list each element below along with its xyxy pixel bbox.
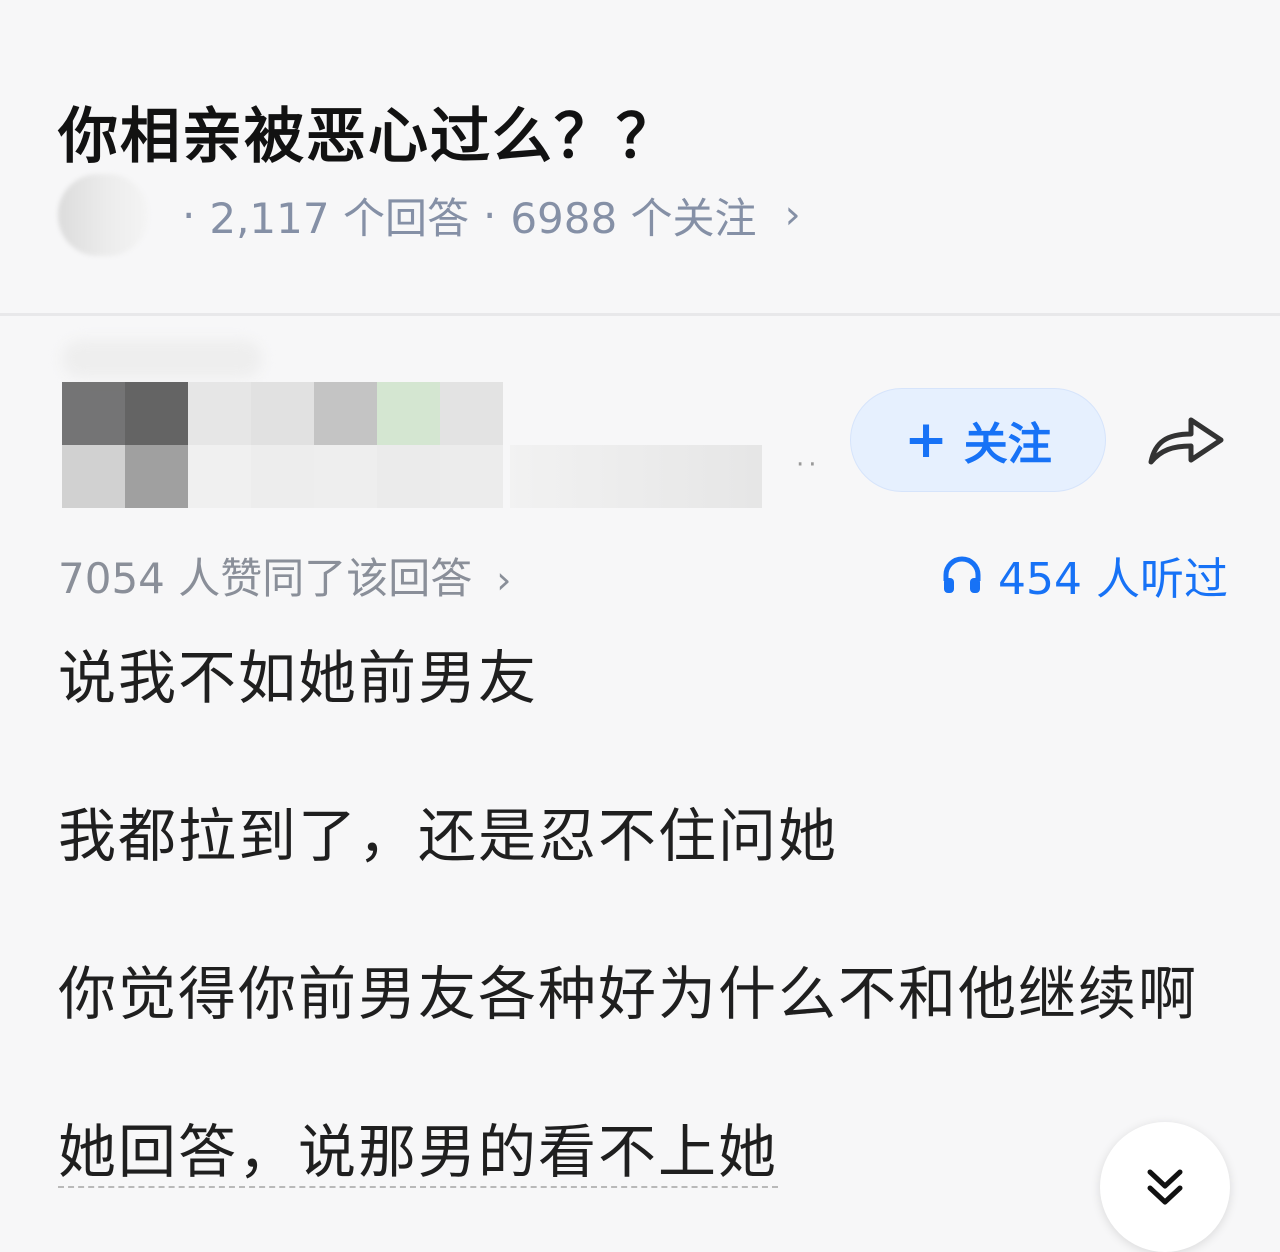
chevron-right-icon[interactable]: ›	[785, 192, 801, 238]
double-chevron-down-icon	[1147, 1169, 1183, 1205]
question-meta: · 2,117 个回答 · 6988 个关注 ›	[58, 170, 801, 260]
author-name-mosaic[interactable]	[62, 382, 503, 508]
topic-avatar-blurred[interactable]	[58, 174, 148, 256]
approvals[interactable]: 7054 人赞同了该回答 ›	[58, 545, 511, 606]
question-title[interactable]: 你相亲被恶心过么？？	[58, 88, 678, 175]
headphones-icon	[943, 556, 981, 593]
chevron-right-icon: ›	[496, 557, 512, 602]
answer-body[interactable]: 说我不如她前男友 我都拉到了，还是忍不住问她 你觉得你前男友各种好为什么不和他继…	[58, 638, 1238, 1192]
separator-dot: ·	[182, 190, 196, 240]
answer-paragraph: 她回答，说那男的看不上她	[58, 1118, 779, 1186]
author-row: ·· + 关注	[0, 340, 1280, 530]
answer-paragraph: 我都拉到了，还是忍不住问她	[58, 802, 839, 870]
answers-count[interactable]: 2,117 个回答	[209, 185, 469, 246]
listened-text: 454 人听过	[998, 554, 1228, 605]
plus-icon: +	[904, 410, 948, 470]
section-divider	[0, 313, 1280, 316]
answer-stats: 7054 人赞同了该回答 › 454 人听过	[58, 543, 1228, 607]
follow-button[interactable]: + 关注	[850, 388, 1106, 492]
separator-dot: ·	[482, 190, 497, 240]
expand-button[interactable]	[1100, 1122, 1230, 1252]
answer-paragraph: 你觉得你前男友各种好为什么不和他继续啊	[58, 960, 1199, 1028]
approvals-text: 7054 人赞同了该回答	[58, 553, 473, 603]
share-arrow-icon[interactable]	[1145, 404, 1229, 474]
more-dots: ··	[796, 450, 821, 480]
follow-label: 关注	[963, 419, 1052, 470]
author-avatar-blurred[interactable]	[62, 340, 262, 378]
followers-count[interactable]: 6988 个关注	[510, 185, 756, 246]
author-bio-mosaic	[510, 445, 762, 508]
answer-paragraph: 说我不如她前男友	[58, 644, 539, 712]
listened-count[interactable]: 454 人听过	[940, 543, 1228, 607]
